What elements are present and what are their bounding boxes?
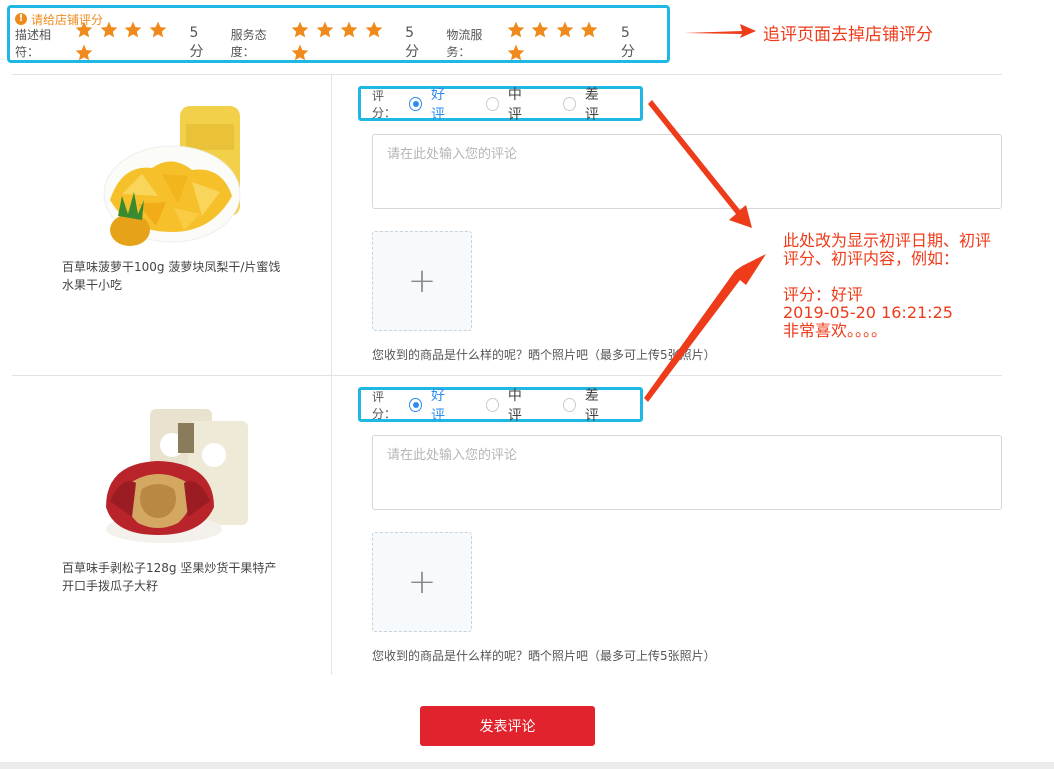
product-name-line: 百草味手剥松子128g 坚果炒货干果特产 [62, 561, 277, 575]
product-image[interactable] [92, 104, 252, 254]
rating-item-label: 服务态度： [230, 28, 267, 59]
rating-selector: 评分： 好评 中评 差评 [358, 84, 643, 124]
radio-good[interactable]: 好评 [409, 385, 456, 425]
product-name-line: 水果干小吃 [62, 278, 123, 292]
rating-label: 评分： [372, 88, 397, 120]
shop-rating-logistics: 物流服务： 5分 [446, 20, 642, 66]
star-icon[interactable] [74, 43, 94, 63]
star-icon[interactable] [555, 20, 575, 40]
star-icon[interactable] [290, 43, 310, 63]
column-divider [331, 75, 332, 675]
submit-review-button[interactable]: 发表评论 [420, 706, 595, 746]
star-icon[interactable] [99, 20, 119, 40]
radio-label: 差评 [584, 387, 599, 424]
star-icon[interactable] [530, 20, 550, 40]
comment-input[interactable] [372, 435, 1002, 510]
star-group[interactable] [74, 20, 187, 66]
radio-dot [486, 397, 499, 412]
star-icon[interactable] [123, 20, 143, 40]
photo-upload-button[interactable]: + [372, 532, 472, 632]
star-group[interactable] [290, 20, 403, 66]
rating-selector: 评分： 好评 中评 差评 [358, 385, 643, 425]
radio-label: 中评 [507, 387, 522, 424]
page-bottom-strip [0, 762, 1054, 769]
star-group[interactable] [506, 20, 619, 66]
shop-rating-panel: ! 请给店铺评分 描述相符： 5分 服务态度： 5分 物流服务： 5分 [7, 5, 670, 63]
annotation-arrow [684, 24, 756, 38]
radio-neutral[interactable]: 中评 [486, 385, 533, 425]
radio-dot [563, 397, 576, 412]
product-name-line: 开口手拨瓜子大籽 [62, 579, 159, 593]
star-icon[interactable] [364, 20, 384, 40]
star-icon[interactable] [148, 20, 168, 40]
radio-bad[interactable]: 差评 [563, 84, 610, 124]
shop-rating-description: 描述相符： 5分 [15, 20, 211, 66]
star-icon[interactable] [506, 20, 526, 40]
divider [12, 375, 1002, 376]
divider [12, 74, 1002, 75]
product-item: 百草味菠萝干100g 菠萝块凤梨干/片蜜饯 水果干小吃 [62, 104, 292, 294]
star-icon[interactable] [74, 20, 94, 40]
shop-rating-service: 服务态度： 5分 [231, 20, 427, 66]
radio-dot [563, 96, 576, 111]
radio-label: 好评 [430, 86, 445, 123]
rating-item-label: 物流服务： [446, 28, 483, 59]
pine-nuts-image [106, 409, 248, 543]
plus-icon: + [407, 562, 437, 602]
radio-bad[interactable]: 差评 [563, 385, 610, 425]
plus-icon: + [407, 261, 437, 301]
rating-score: 5分 [620, 25, 635, 60]
radio-label: 好评 [430, 387, 445, 424]
product-item: 百草味手剥松子128g 坚果炒货干果特产 开口手拨瓜子大籽 [62, 405, 292, 595]
radio-neutral[interactable]: 中评 [486, 84, 533, 124]
product-name[interactable]: 百草味菠萝干100g 菠萝块凤梨干/片蜜饯 水果干小吃 [62, 258, 292, 294]
annotation-side-note: 此处改为显示初评日期、初评 评分、初评内容，例如： 评分：好评 2019-05-… [783, 231, 992, 340]
shop-rating-row: 描述相符： 5分 服务态度： 5分 物流服务： 5分 [15, 21, 662, 61]
rating-score: 5分 [189, 25, 204, 60]
comment-input[interactable] [372, 134, 1002, 209]
rating-score: 5分 [405, 25, 420, 60]
annotation-arrow [644, 254, 766, 402]
star-icon[interactable] [339, 20, 359, 40]
star-icon[interactable] [290, 20, 310, 40]
product-name[interactable]: 百草味手剥松子128g 坚果炒货干果特产 开口手拨瓜子大籽 [62, 559, 292, 595]
product-image[interactable] [92, 405, 252, 555]
star-icon[interactable] [506, 43, 526, 63]
rating-label: 评分： [372, 389, 397, 421]
photo-upload-button[interactable]: + [372, 231, 472, 331]
star-icon[interactable] [315, 20, 335, 40]
dried-pineapple-image [103, 106, 241, 246]
radio-label: 中评 [507, 86, 522, 123]
star-icon[interactable] [579, 20, 599, 40]
upload-hint: 您收到的商品是什么样的呢？晒个照片吧（最多可上传5张照片） [372, 649, 716, 663]
rating-item-label: 描述相符： [15, 28, 52, 59]
radio-dot [409, 96, 422, 111]
radio-dot [486, 96, 499, 111]
radio-dot [409, 397, 422, 412]
annotation-top-note: 追评页面去掉店铺评分 [763, 25, 933, 45]
radio-label: 差评 [584, 86, 599, 123]
upload-hint: 您收到的商品是什么样的呢？晒个照片吧（最多可上传5张照片） [372, 348, 716, 362]
radio-good[interactable]: 好评 [409, 84, 456, 124]
product-name-line: 百草味菠萝干100g 菠萝块凤梨干/片蜜饯 [62, 260, 281, 274]
